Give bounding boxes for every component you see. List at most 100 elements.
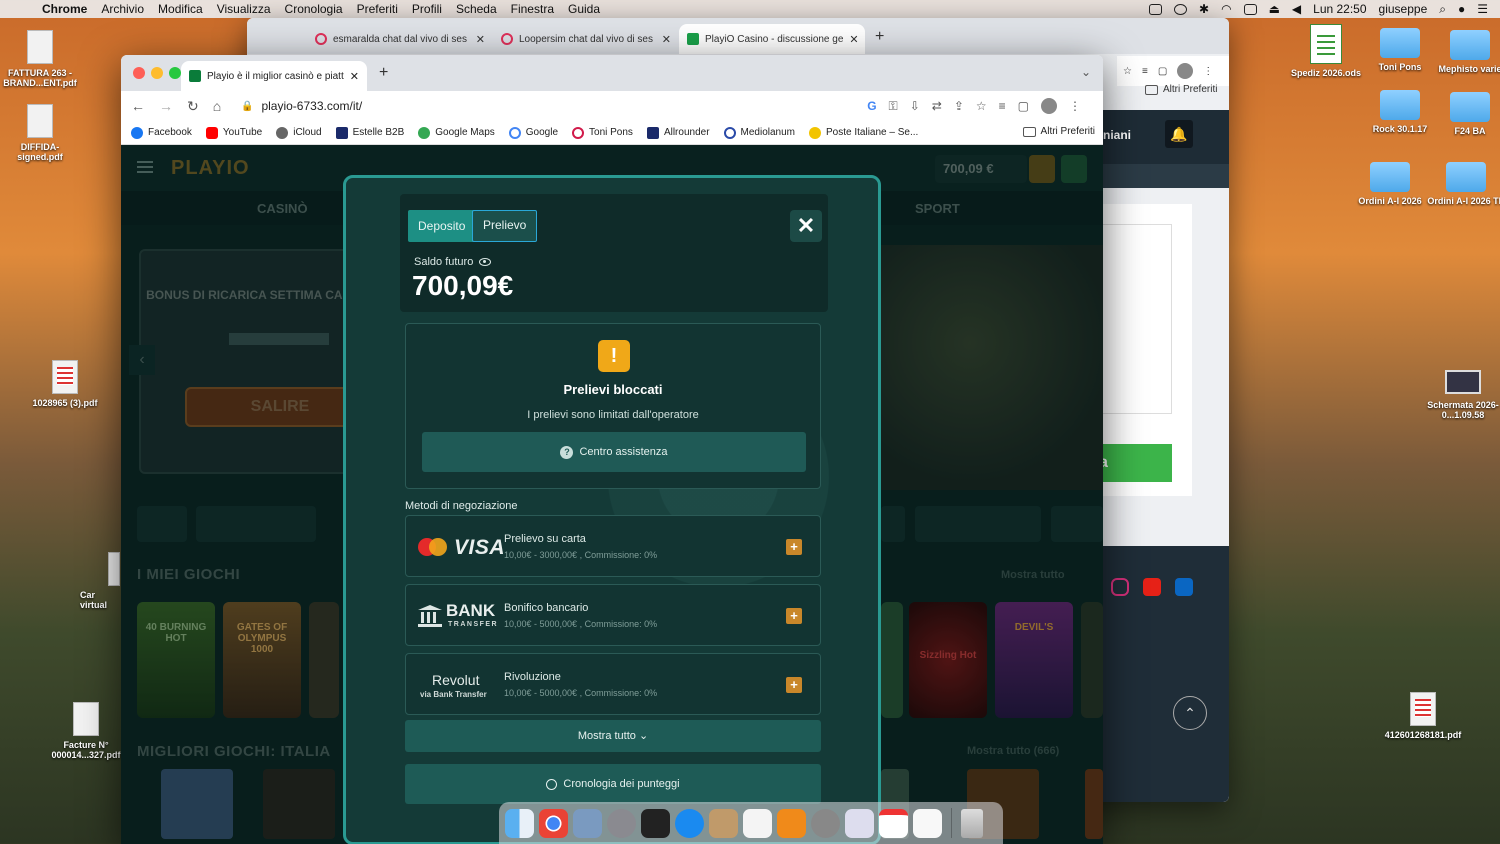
- app-store-icon[interactable]: [675, 808, 704, 838]
- bookmark-google[interactable]: Google: [508, 126, 558, 139]
- scroll-to-top-icon[interactable]: ⌃: [1173, 696, 1207, 730]
- close-tab-icon[interactable]: ✕: [849, 33, 858, 46]
- google-lens-icon[interactable]: G: [867, 99, 876, 113]
- reading-list-icon[interactable]: ≡: [1142, 66, 1148, 77]
- plus-icon[interactable]: +: [786, 608, 802, 624]
- bluetooth-icon[interactable]: ✱: [1199, 2, 1209, 16]
- desktop-folder-ordini-tp[interactable]: Ordini A-I 2026 TP: [1426, 162, 1500, 206]
- document-icon[interactable]: [913, 808, 942, 838]
- desktop-folder-f24[interactable]: F24 BA: [1430, 92, 1500, 136]
- time-machine-icon[interactable]: [1174, 3, 1188, 15]
- bookmark-toni-pons[interactable]: Toni Pons: [572, 126, 633, 139]
- desktop-file-diffida[interactable]: DIFFIDA-signed.pdf: [0, 104, 80, 162]
- desktop-file-412601268181[interactable]: 412601268181.pdf: [1383, 692, 1463, 740]
- eye-icon[interactable]: [479, 258, 492, 266]
- bookmark-star-icon[interactable]: ☆: [1123, 66, 1132, 77]
- menu-modifica[interactable]: Modifica: [158, 2, 203, 16]
- method-card-withdrawal[interactable]: VISA Prelievo su carta 10,00€ - 3000,00€…: [405, 515, 821, 577]
- method-bank-transfer[interactable]: BANK TRANSFER Bonifico bancario 10,00€ -…: [405, 584, 821, 646]
- bookmark-icloud[interactable]: iCloud: [276, 126, 322, 139]
- menu-scheda[interactable]: Scheda: [456, 2, 497, 16]
- menu-archivio[interactable]: Archivio: [101, 2, 144, 16]
- notes-icon[interactable]: [743, 808, 772, 838]
- spotlight-search-icon[interactable]: ⌕: [1439, 2, 1446, 17]
- back-text-area[interactable]: [1097, 224, 1172, 414]
- chrome-icon[interactable]: [539, 808, 568, 838]
- support-center-button[interactable]: ? Centro assistenza: [422, 432, 806, 472]
- menu-app-name[interactable]: Chrome: [42, 2, 87, 16]
- back-tab-playio[interactable]: PlayiO Casino - discussione ge ✕: [679, 24, 865, 54]
- install-app-icon[interactable]: ⇩: [910, 99, 920, 113]
- method-revolut[interactable]: Revolut via Bank Transfer Rivoluzione 10…: [405, 653, 821, 715]
- desktop-file-spediz[interactable]: Spediz 2026.ods: [1286, 24, 1366, 78]
- window-zoom-icon[interactable]: [169, 67, 181, 79]
- desktop-file-1028965[interactable]: 1028965 (3).pdf: [25, 360, 105, 408]
- profile-avatar[interactable]: [1041, 98, 1057, 114]
- bookmark-star-icon[interactable]: ☆: [976, 99, 987, 113]
- close-tab-icon[interactable]: ✕: [662, 33, 671, 46]
- calendar-icon[interactable]: [879, 808, 908, 838]
- menu-visualizza[interactable]: Visualizza: [217, 2, 271, 16]
- volume-icon[interactable]: ◀: [1292, 2, 1301, 16]
- instagram-icon[interactable]: [1111, 578, 1129, 596]
- bookmark-google-maps[interactable]: Google Maps: [418, 126, 495, 139]
- bookmark-facebook[interactable]: Facebook: [131, 126, 192, 139]
- menu-finestra[interactable]: Finestra: [511, 2, 554, 16]
- menu-kebab-icon[interactable]: ⋮: [1069, 99, 1081, 113]
- back-tab-esmaralda[interactable]: esmaralda chat dal vivo di ses ✕: [307, 24, 493, 54]
- reading-list-icon[interactable]: ≡: [999, 99, 1006, 113]
- plus-icon[interactable]: +: [786, 677, 802, 693]
- menu-profili[interactable]: Profili: [412, 2, 442, 16]
- close-icon[interactable]: ✕: [790, 210, 822, 242]
- linkedin-icon[interactable]: [1175, 578, 1193, 596]
- desktop-folder-ordini[interactable]: Ordini A-I 2026: [1350, 162, 1430, 206]
- desktop-folder-mephisto[interactable]: Mephisto varie: [1430, 30, 1500, 74]
- status-tool-icon[interactable]: [1149, 3, 1163, 15]
- bookmark-estelle[interactable]: Estelle B2B: [335, 126, 404, 139]
- menu-kebab-icon[interactable]: ⋮: [1203, 66, 1213, 77]
- back-arrow-icon[interactable]: ←: [131, 98, 145, 114]
- desktop-file-car-virtual[interactable]: Car virtual: [80, 552, 120, 610]
- bookmark-allrounder[interactable]: Allrounder: [646, 126, 710, 139]
- image-capture-icon[interactable]: [845, 808, 874, 838]
- active-tab[interactable]: Playio è il miglior casinò e piatt ✕: [181, 61, 367, 91]
- activity-monitor-icon[interactable]: [641, 808, 670, 838]
- menubar-user[interactable]: giuseppe: [1379, 2, 1428, 16]
- contacts-icon[interactable]: [709, 808, 738, 838]
- show-all-methods-button[interactable]: Mostra tutto ⌄: [405, 720, 821, 752]
- siri-icon[interactable]: ●: [1458, 2, 1465, 16]
- preview-icon[interactable]: [573, 808, 602, 838]
- notification-bell-icon[interactable]: 🔔: [1165, 120, 1193, 148]
- browser-window[interactable]: Playio è il miglior casinò e piatt ✕ + ⌄…: [121, 55, 1103, 844]
- reload-icon[interactable]: ↻: [187, 98, 199, 115]
- lock-icon[interactable]: 🔒: [241, 101, 253, 112]
- password-key-icon[interactable]: ⚿: [889, 99, 898, 114]
- menubar-clock[interactable]: Lun 22:50: [1313, 2, 1366, 16]
- tab-withdraw[interactable]: Prelievo: [472, 210, 538, 242]
- menu-guida[interactable]: Guida: [568, 2, 600, 16]
- system-preferences-icon[interactable]: [811, 808, 840, 838]
- eject-icon[interactable]: ⏏: [1269, 2, 1280, 16]
- share-icon[interactable]: ⇪: [954, 99, 964, 113]
- desktop-folder-rock[interactable]: Rock 30.1.17: [1360, 90, 1440, 134]
- url-text[interactable]: playio-6733.com/it/: [261, 99, 362, 113]
- new-tab-icon[interactable]: +: [875, 28, 884, 46]
- back-tab-loopersim[interactable]: Loopersim chat dal vivo di ses ✕: [493, 24, 679, 54]
- launchpad-icon[interactable]: [607, 808, 636, 838]
- home-icon[interactable]: ⌂: [213, 98, 221, 114]
- books-icon[interactable]: [777, 808, 806, 838]
- desktop-file-fattura[interactable]: FATTURA 263 - BRAND...ENT.pdf: [0, 30, 80, 88]
- window-minimize-icon[interactable]: [151, 67, 163, 79]
- youtube-icon[interactable]: [1143, 578, 1161, 596]
- close-tab-icon[interactable]: ✕: [476, 33, 485, 46]
- desktop-file-screenshot[interactable]: Schermata 2026-0...1.09.58: [1423, 370, 1500, 420]
- window-close-icon[interactable]: [133, 67, 145, 79]
- finder-icon[interactable]: [505, 808, 534, 838]
- control-center-icon[interactable]: ☰: [1477, 2, 1488, 16]
- side-panel-icon[interactable]: ▢: [1018, 99, 1029, 113]
- translate-icon[interactable]: ⇄: [932, 99, 942, 113]
- desktop-folder-toni-pons[interactable]: Toni Pons: [1360, 28, 1440, 72]
- desktop-file-facture[interactable]: Facture N° 000014...327.pdf: [46, 702, 126, 760]
- bookmark-youtube[interactable]: YouTube: [205, 126, 262, 139]
- trash-icon[interactable]: [961, 808, 983, 838]
